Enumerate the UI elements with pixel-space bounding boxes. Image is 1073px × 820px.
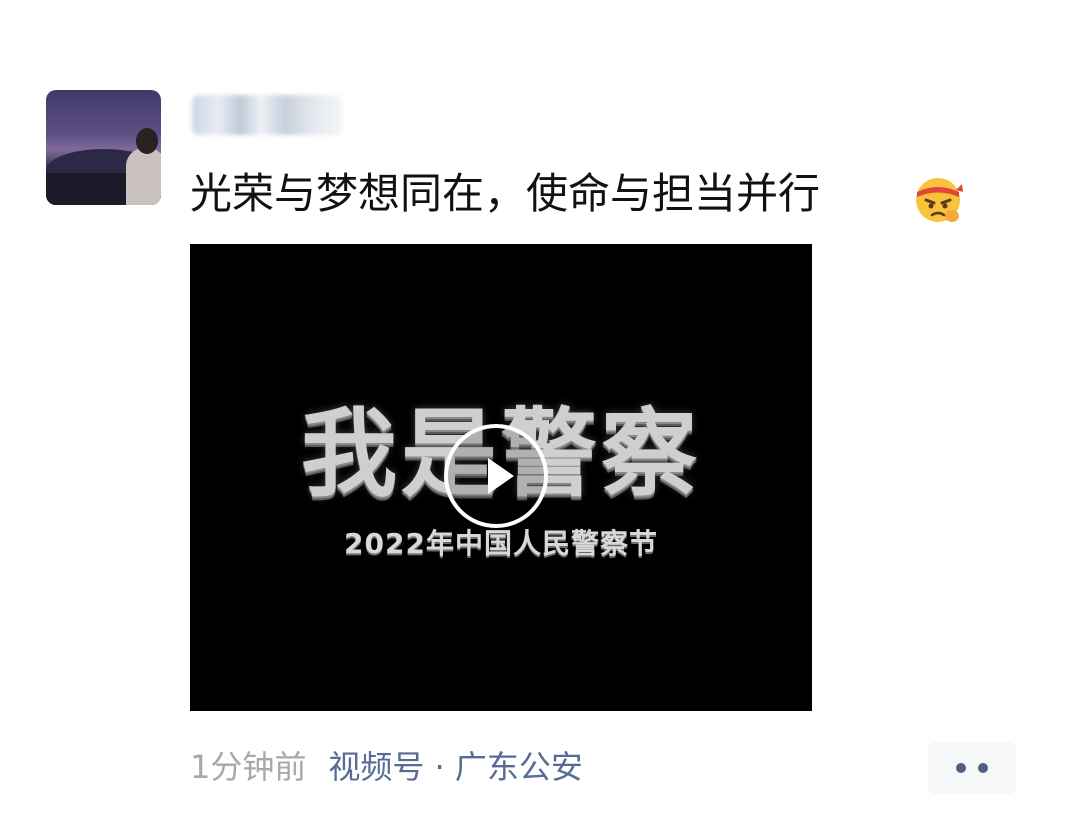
post-time: 1分钟前 [190,748,307,786]
avatar-figure-body [126,148,161,205]
play-icon [488,458,514,494]
video-channel-link[interactable]: 视频号 · 广东公安 [328,748,583,786]
post-caption: 光荣与梦想同在，使命与担当并行 [190,169,821,218]
more-button[interactable] [928,742,1016,794]
avatar[interactable] [46,90,161,205]
avatar-figure-head [136,128,158,154]
more-dots-icon [978,763,988,773]
angry-headband-emoji-icon [912,172,964,224]
video-card[interactable]: 我是警察 2022年中国人民警察节 [190,244,812,711]
post-meta: 1分钟前 视频号 · 广东公安 [190,745,583,789]
more-dots-icon [956,763,966,773]
play-button[interactable] [444,424,548,528]
username-blurred[interactable] [192,95,342,135]
video-subtitle: 2022年中国人民警察节 [344,527,658,560]
